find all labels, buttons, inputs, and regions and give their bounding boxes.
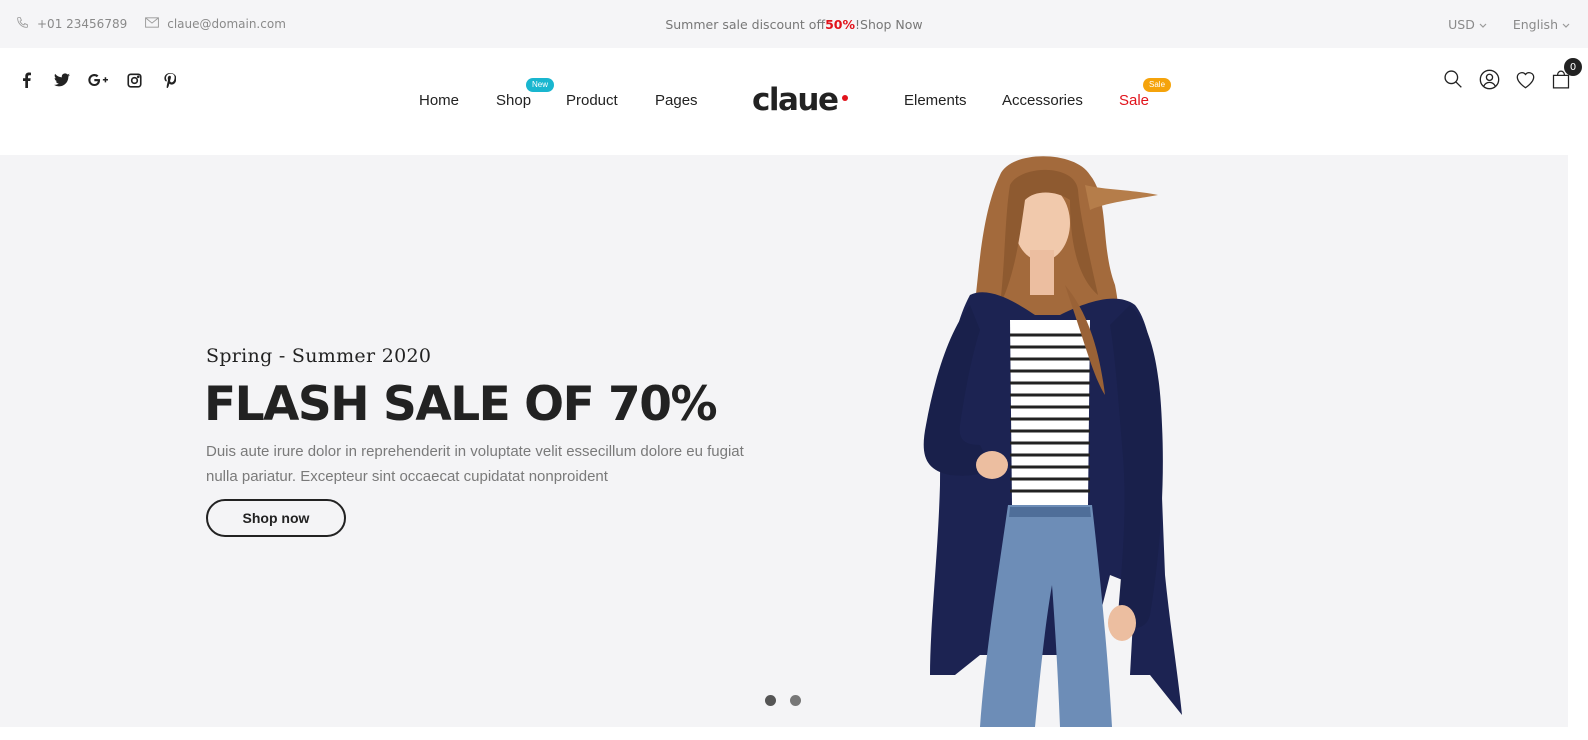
social-links: [16, 70, 180, 90]
user-icon[interactable]: [1478, 68, 1500, 90]
language-selector[interactable]: English: [1513, 17, 1570, 32]
hero-title: FLASH SALE OF 70%: [204, 377, 718, 432]
twitter-icon[interactable]: [52, 70, 72, 90]
nav-item-label: Product: [566, 92, 618, 109]
header-actions: 0: [1442, 58, 1582, 90]
contact-info: +01 23456789 claue@domain.com: [16, 0, 286, 48]
nav-item-label: Pages: [655, 92, 698, 109]
nav-item-label: Home: [419, 92, 460, 109]
phone-contact[interactable]: +01 23456789: [16, 16, 127, 32]
promo-prefix: Summer sale discount off: [665, 16, 826, 32]
heart-icon[interactable]: [1514, 68, 1536, 90]
nav-item-shop[interactable]: Shop New: [496, 78, 555, 109]
promo-discount: 50%: [825, 16, 855, 32]
nav-item-label: Elements: [904, 92, 967, 109]
mail-icon: [145, 17, 160, 31]
topbar-selectors: USD English: [1448, 0, 1570, 48]
nav-item-accessories[interactable]: Accessories: [1002, 92, 1083, 109]
hero-slider: Spring - Summer 2020 FLASH SALE OF 70% D…: [0, 155, 1568, 727]
cart-count-badge: 0: [1564, 58, 1582, 76]
pinterest-icon[interactable]: [160, 70, 180, 90]
search-icon[interactable]: [1442, 68, 1464, 90]
chevron-down-icon: [1479, 17, 1487, 32]
hero-model-image: [923, 156, 1182, 727]
hero-description: Duis aute irure dolor in reprehenderit i…: [206, 443, 744, 485]
nav-item-label: Accessories: [1002, 92, 1083, 109]
nav-item-pages[interactable]: Pages: [655, 92, 698, 109]
currency-selector[interactable]: USD: [1448, 17, 1487, 32]
email-contact[interactable]: claue@domain.com: [145, 17, 286, 31]
site-header: Home Shop New Product Pages Elements Acc…: [0, 48, 1588, 155]
currency-value: USD: [1448, 16, 1475, 32]
slider-pagination: [765, 695, 801, 706]
new-badge: New: [526, 78, 555, 92]
nav-item-label: Shop: [496, 92, 532, 109]
chevron-down-icon: [1562, 17, 1570, 32]
nav-item-elements[interactable]: Elements: [904, 92, 967, 109]
google-plus-icon[interactable]: [88, 70, 108, 90]
promo-shop-now-link[interactable]: Shop Now: [860, 17, 923, 32]
phone-number: +01 23456789: [37, 17, 128, 31]
nav-item-label: Sale: [1119, 92, 1150, 109]
email-address: claue@domain.com: [167, 17, 286, 31]
facebook-icon[interactable]: [16, 70, 36, 90]
language-value: English: [1512, 16, 1558, 32]
slider-dot-1[interactable]: [765, 695, 776, 706]
hero-subtitle: Spring - Summer 2020: [206, 345, 432, 367]
logo-dot: [842, 95, 848, 101]
cart-icon[interactable]: 0: [1550, 58, 1582, 90]
scrollbar[interactable]: [1568, 155, 1588, 740]
phone-icon: [16, 16, 29, 32]
sale-badge: Sale: [1143, 78, 1172, 92]
instagram-icon[interactable]: [124, 70, 144, 90]
shop-now-button[interactable]: Shop now: [206, 499, 346, 537]
site-logo[interactable]: claue: [752, 82, 839, 118]
nav-item-sale[interactable]: Sale Sale: [1119, 78, 1172, 109]
slider-dot-2[interactable]: [790, 695, 801, 706]
nav-item-product[interactable]: Product: [566, 92, 618, 109]
top-bar: +01 23456789 claue@domain.com Summer sal…: [0, 0, 1588, 48]
nav-item-home[interactable]: Home: [419, 92, 459, 109]
